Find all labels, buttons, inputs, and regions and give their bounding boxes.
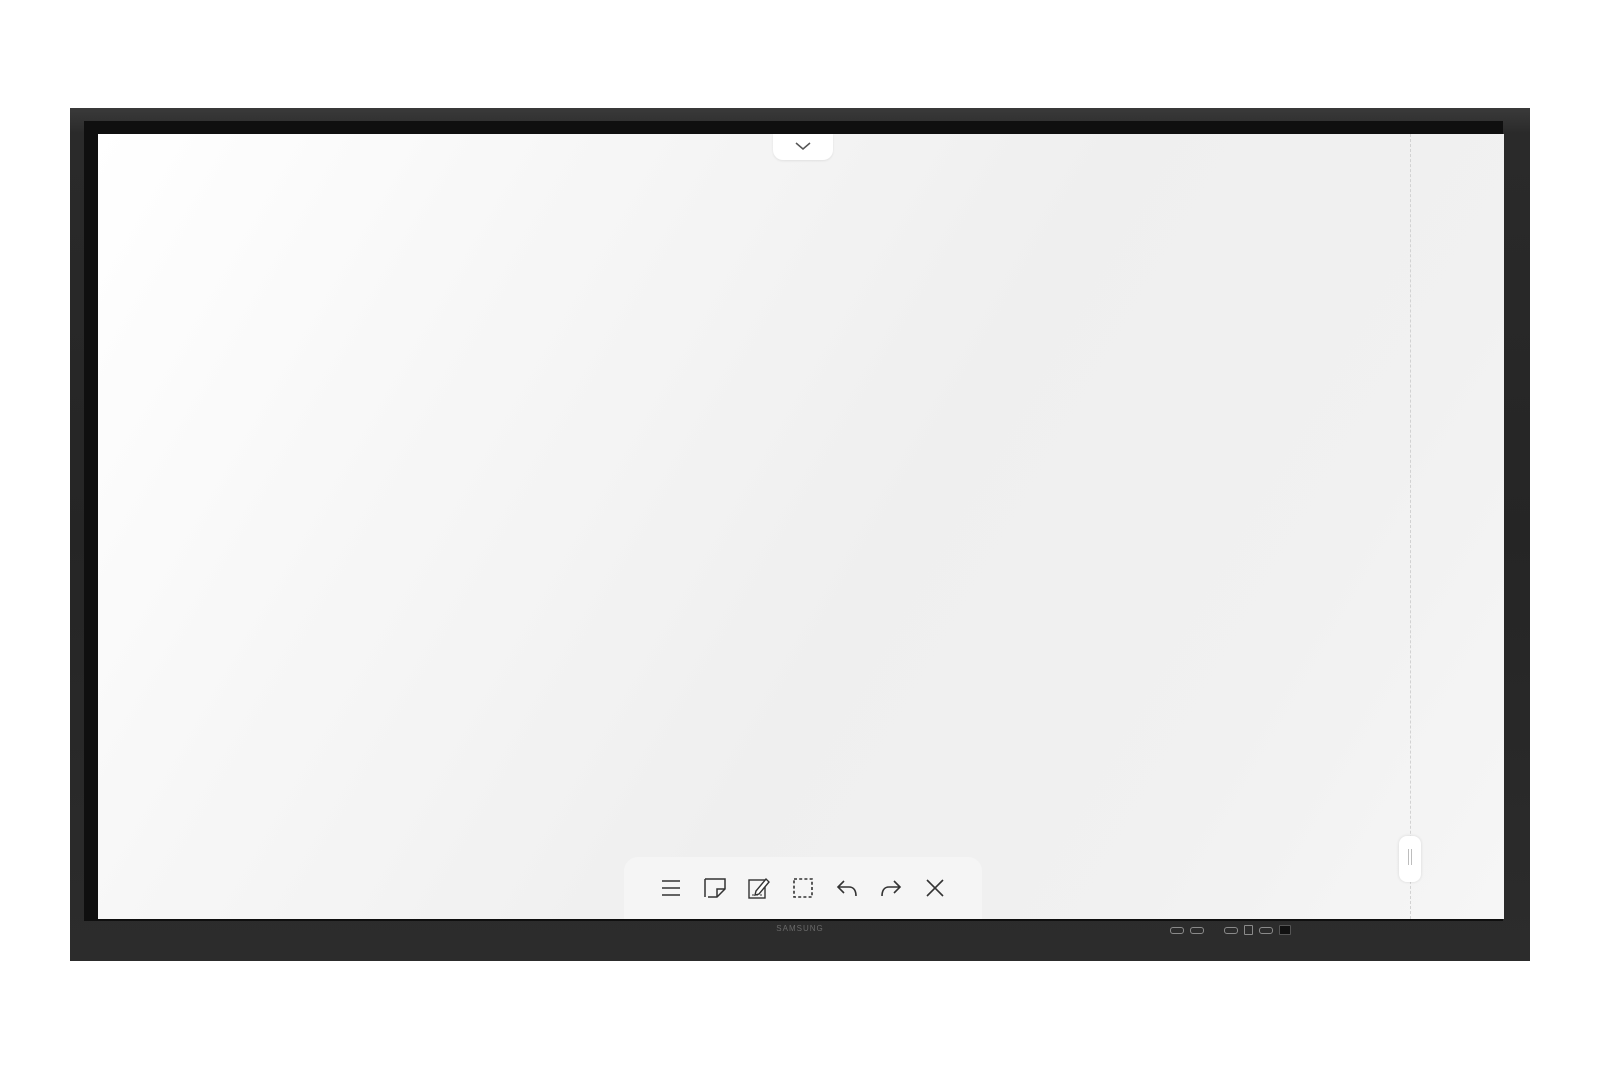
- undo-button[interactable]: [834, 875, 860, 901]
- edit-button[interactable]: [746, 875, 772, 901]
- close-button[interactable]: [922, 875, 948, 901]
- port: [1279, 925, 1291, 935]
- close-x-icon: [924, 877, 946, 899]
- undo-arrow-icon: [835, 878, 859, 898]
- bottom-toolbar: [624, 857, 982, 919]
- dashed-selection-icon: [792, 877, 814, 899]
- chevron-down-icon: [794, 138, 812, 156]
- sticky-note-button[interactable]: [702, 875, 728, 901]
- drag-handle-icon: [1407, 848, 1413, 871]
- redo-arrow-icon: [879, 878, 903, 898]
- menu-button[interactable]: [658, 875, 684, 901]
- top-pull-tab[interactable]: [773, 134, 833, 160]
- page-divider-line: [1410, 134, 1411, 919]
- port: [1224, 926, 1238, 934]
- port: [1259, 926, 1273, 934]
- port: [1190, 926, 1204, 934]
- port-panel: [1170, 923, 1291, 937]
- whiteboard-canvas[interactable]: [98, 134, 1504, 919]
- select-button[interactable]: [790, 875, 816, 901]
- port: [1170, 926, 1184, 934]
- redo-button[interactable]: [878, 875, 904, 901]
- side-drag-handle[interactable]: [1399, 836, 1421, 882]
- brand-logo: SAMSUNG: [776, 924, 824, 933]
- edit-pencil-icon: [747, 876, 771, 900]
- port: [1244, 925, 1253, 935]
- sticky-note-icon: [703, 877, 727, 899]
- display-device: SAMSUNG: [70, 108, 1530, 961]
- hamburger-menu-icon: [660, 878, 682, 898]
